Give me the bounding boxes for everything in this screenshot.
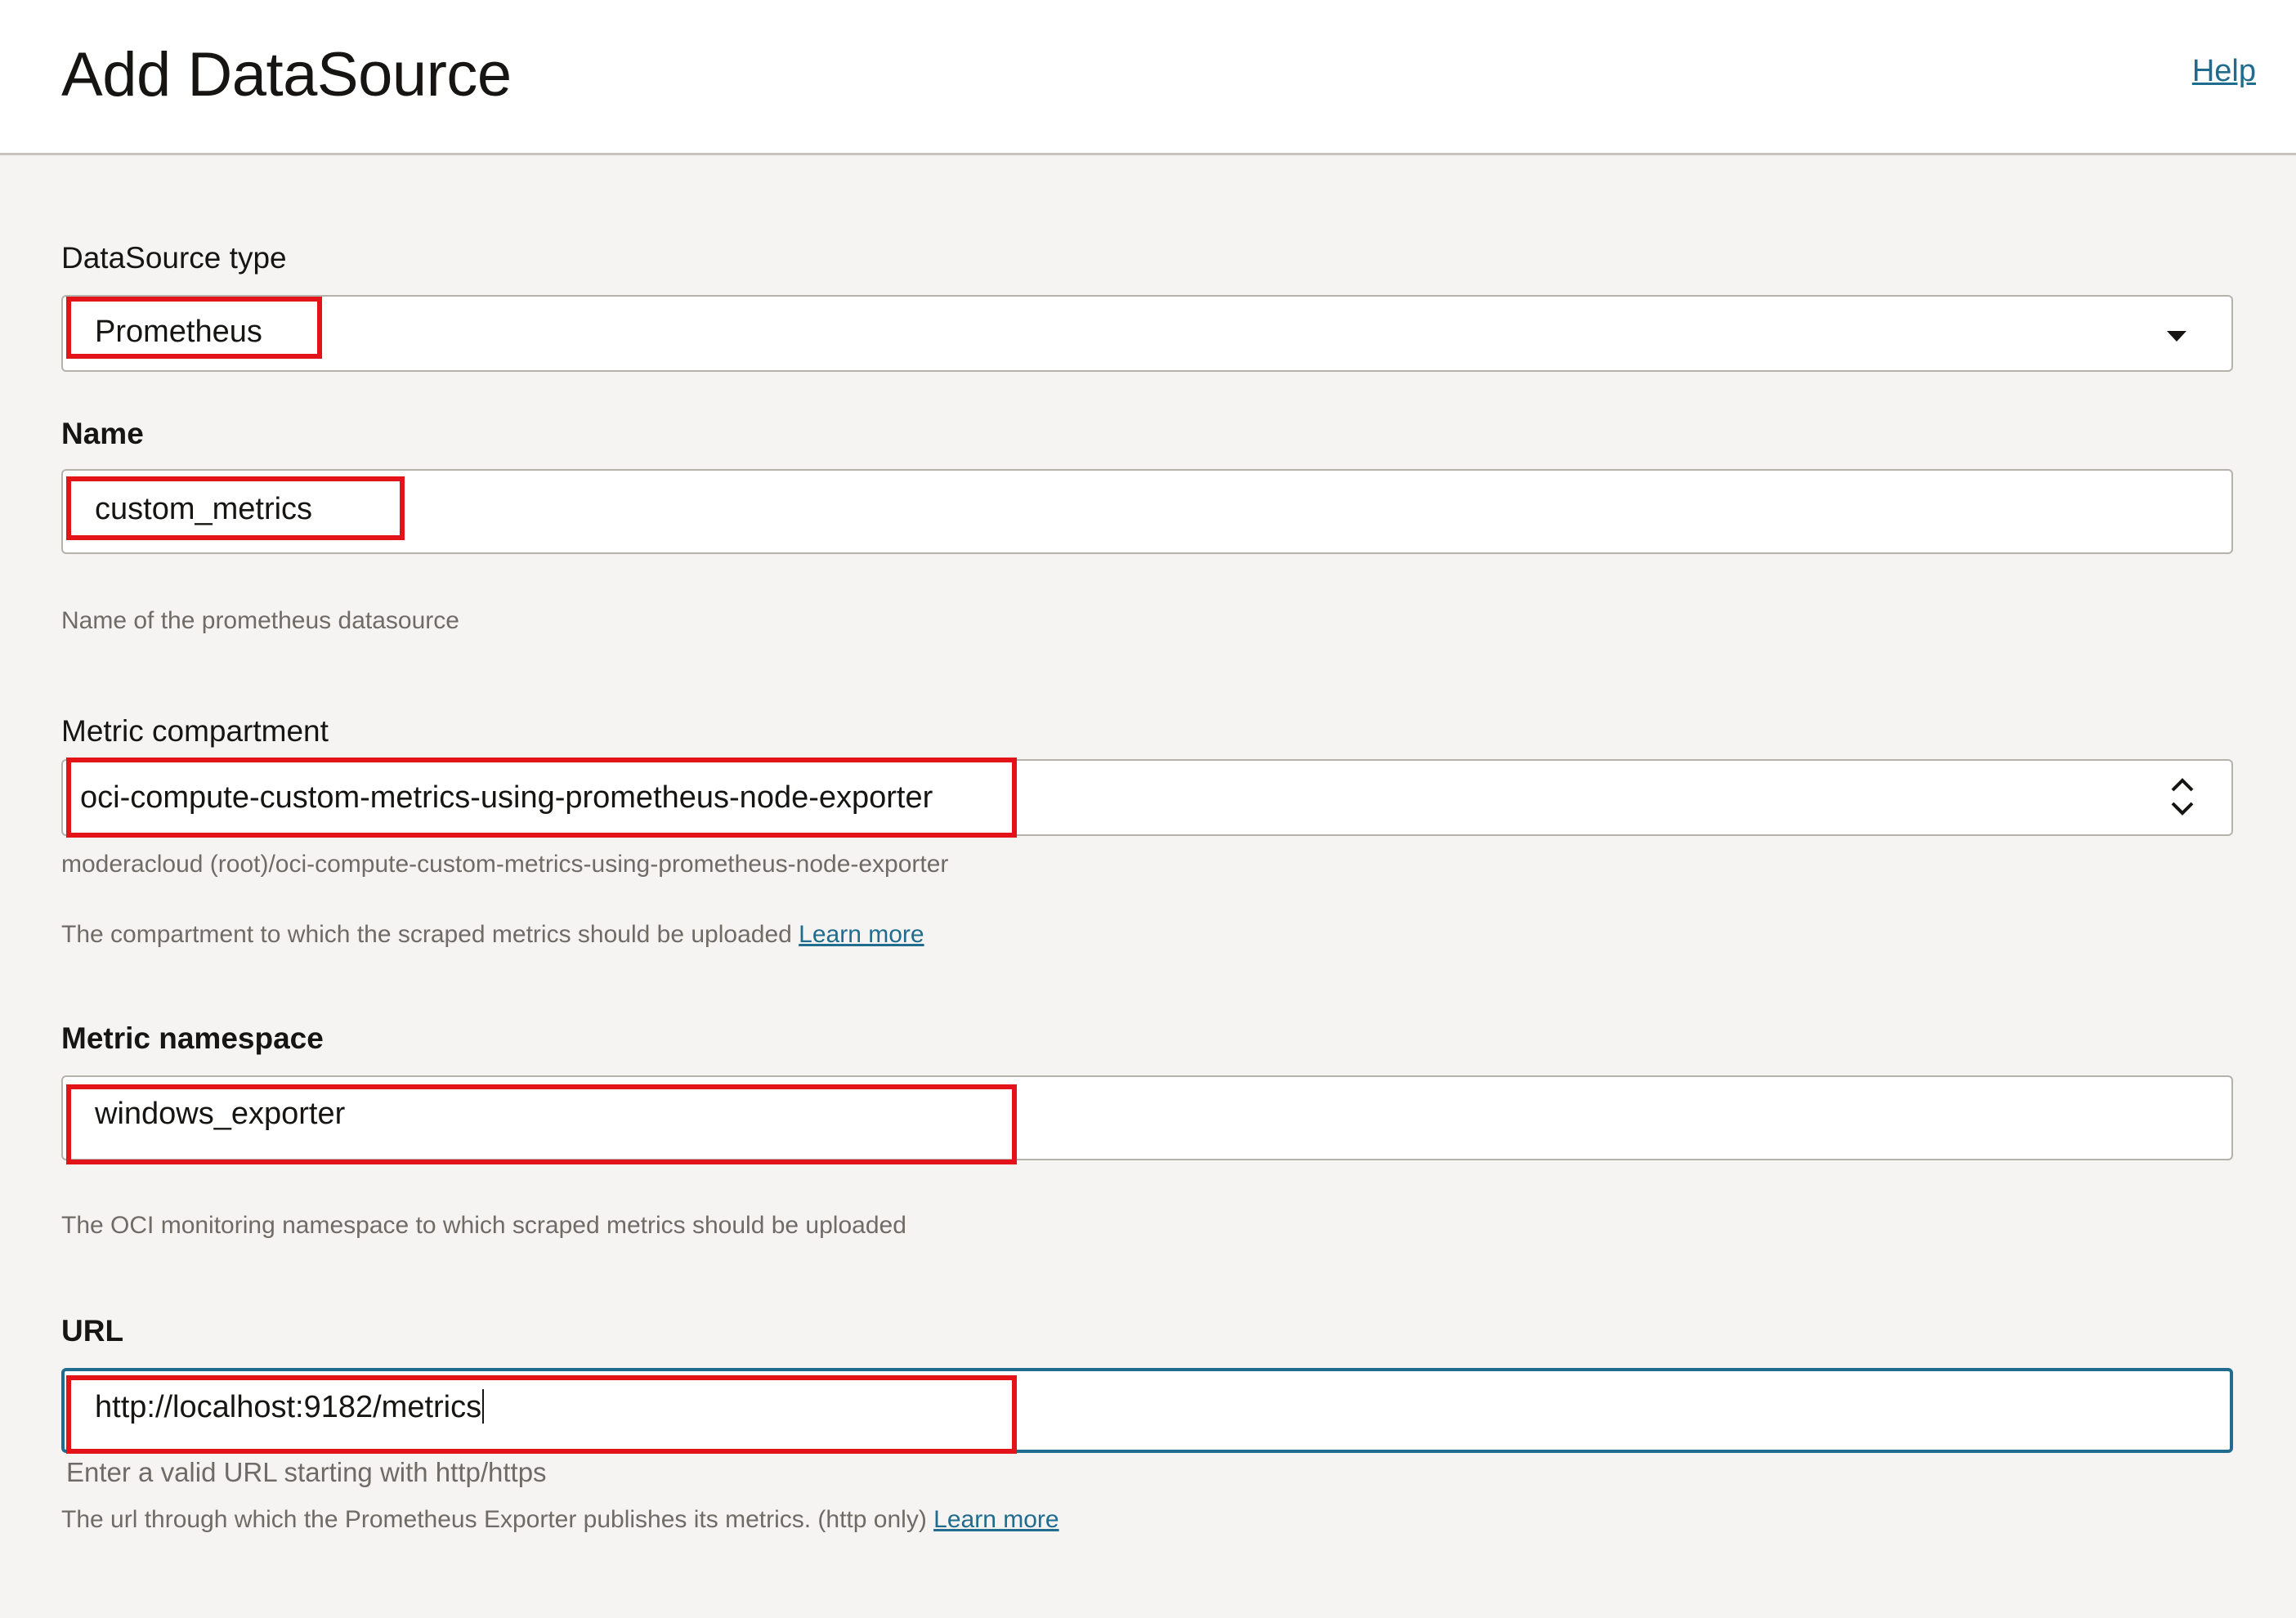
name-label: Name [61,417,144,450]
help-link[interactable]: Help [2192,54,2256,89]
url-help-message: The url through which the Prometheus Exp… [61,1506,927,1533]
url-learn-more-link[interactable]: Learn more [933,1506,1058,1533]
name-value: custom_metrics [95,492,313,526]
metric-namespace-value: windows_exporter [95,1097,346,1131]
compartment-path-text: moderacloud (root)/oci-compute-custom-me… [61,851,949,878]
compartment-help-message: The compartment to which the scraped met… [61,921,792,948]
datasource-type-value: Prometheus [95,315,262,349]
url-value: http://localhost:9182/metrics [95,1389,485,1425]
name-help-text: Name of the prometheus datasource [61,607,459,634]
url-value-text: http://localhost:9182/metrics [95,1390,482,1424]
url-field[interactable]: http://localhost:9182/metrics [61,1368,2233,1453]
metric-compartment-value: oci-compute-custom-metrics-using-prometh… [80,780,933,815]
chevron-down-icon[interactable] [2167,331,2186,342]
namespace-help-text: The OCI monitoring namespace to which sc… [61,1212,906,1239]
page-header: Add DataSource Help [0,0,2296,155]
name-field[interactable]: custom_metrics [61,469,2233,554]
compartment-help-text: The compartment to which the scraped met… [61,921,924,949]
metric-compartment-label: Metric compartment [61,714,329,748]
url-validation-text: Enter a valid URL starting with http/htt… [66,1457,547,1487]
url-help-text: The url through which the Prometheus Exp… [61,1506,1059,1534]
compartment-learn-more-link[interactable]: Learn more [799,921,924,948]
metric-namespace-field[interactable]: windows_exporter [61,1075,2233,1160]
text-cursor [482,1389,485,1424]
metric-namespace-label: Metric namespace [61,1021,324,1055]
datasource-type-select[interactable]: Prometheus [61,295,2233,372]
datasource-type-label: DataSource type [61,241,287,275]
url-label: URL [61,1314,124,1348]
select-updown-icon[interactable] [2166,774,2199,820]
metric-compartment-select[interactable]: oci-compute-custom-metrics-using-prometh… [61,759,2233,836]
page-title: Add DataSource [61,40,512,110]
